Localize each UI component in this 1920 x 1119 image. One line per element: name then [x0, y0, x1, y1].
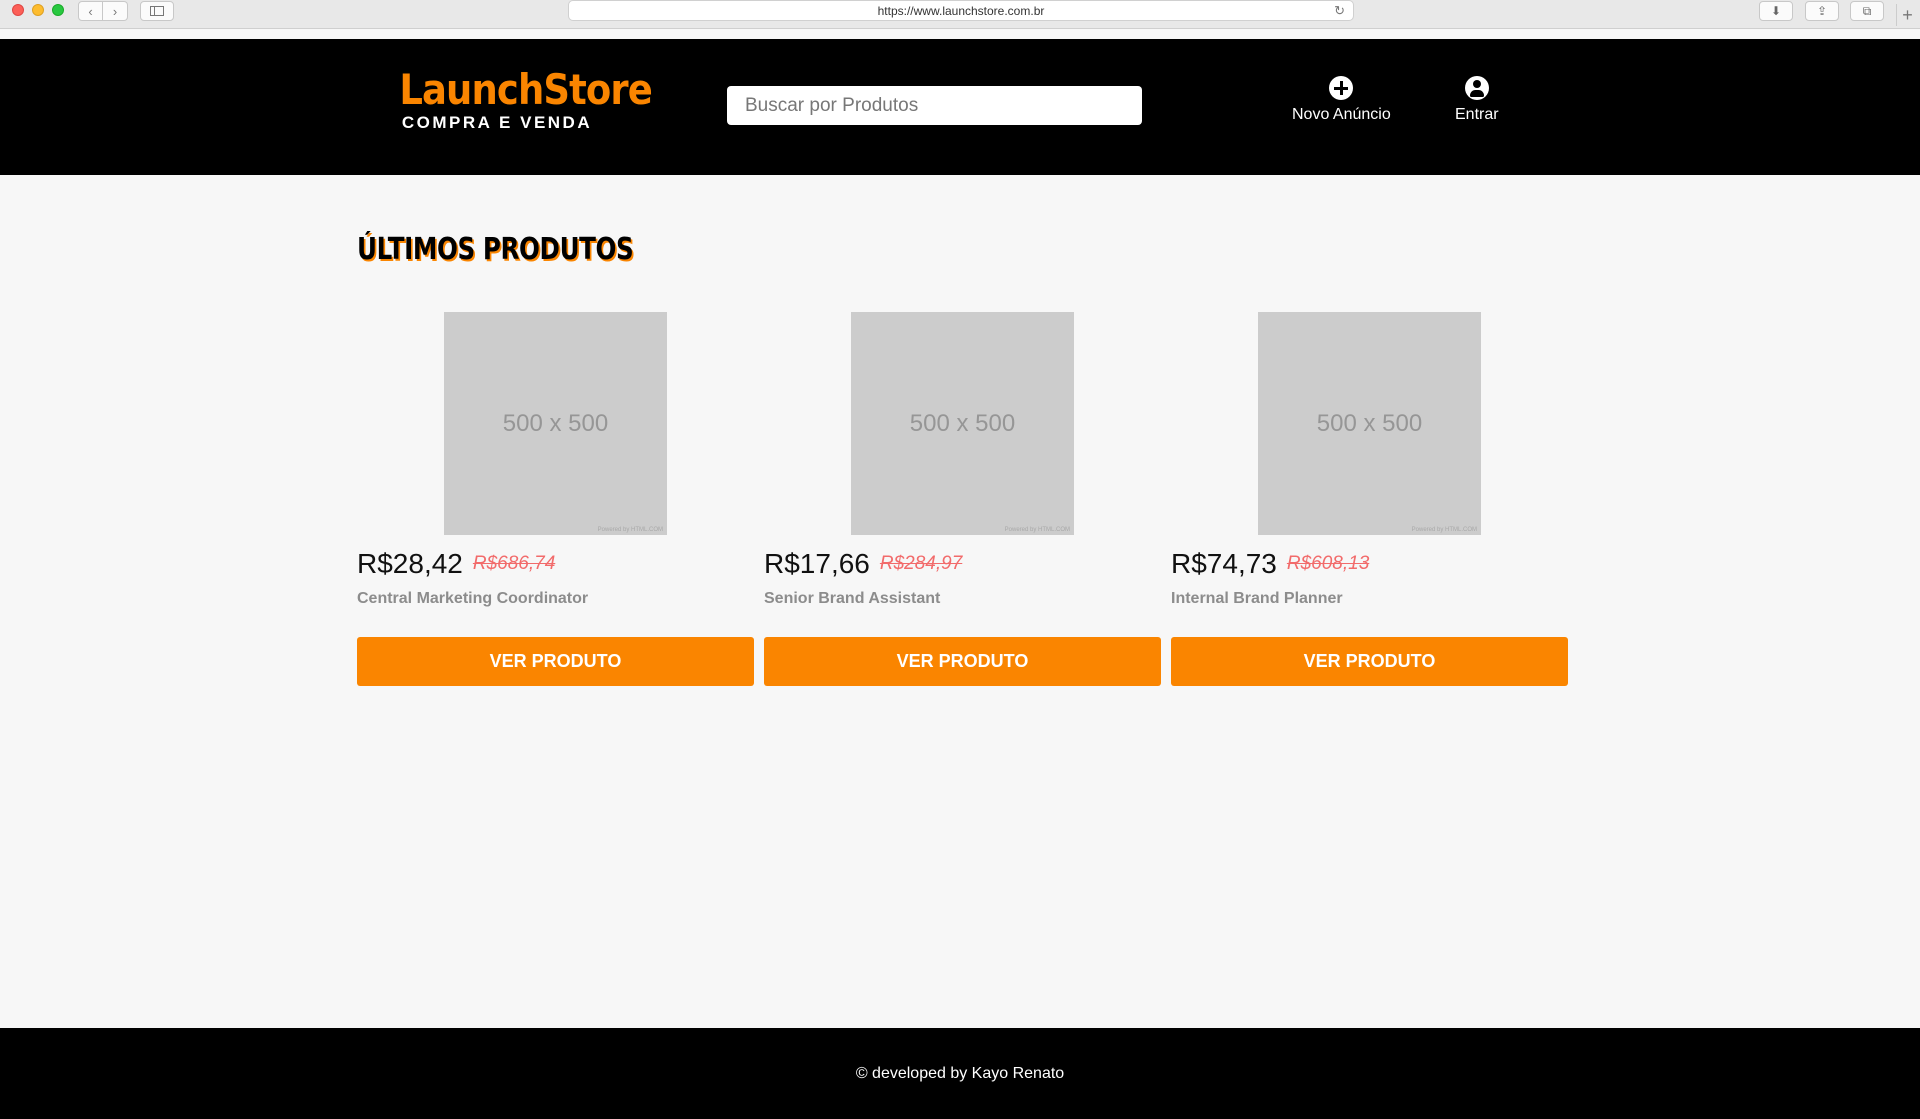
image-credit: Powered by HTML.COM: [597, 527, 663, 533]
view-product-button[interactable]: VER PRODUTO: [764, 637, 1161, 686]
download-icon: ⬇: [1770, 4, 1782, 18]
section-title: ÚLTIMOS PRODUTOS: [357, 232, 634, 267]
reload-icon[interactable]: ↻: [1334, 3, 1345, 19]
new-tab-button[interactable]: +: [1896, 4, 1918, 26]
browser-toolbar: ‹ › https://www.launchstore.com.br ↻ ⬇ ⇪…: [0, 0, 1920, 29]
product-name: Central Marketing Coordinator: [357, 590, 589, 607]
product-image[interactable]: 500 x 500 Powered by HTML.COM: [851, 312, 1074, 535]
logo-link[interactable]: LaunchStore COMPRA E VENDA: [386, 65, 653, 133]
product-grid: 500 x 500 Powered by HTML.COM R$28,42 R$…: [357, 312, 1568, 686]
minimize-window-button[interactable]: [32, 4, 44, 16]
history-nav: ‹ ›: [78, 1, 128, 21]
product-image[interactable]: 500 x 500 Powered by HTML.COM: [1258, 312, 1481, 535]
back-button[interactable]: ‹: [78, 1, 103, 21]
forward-button[interactable]: ›: [103, 1, 128, 21]
image-placeholder-text: 500 x 500: [502, 409, 609, 437]
share-icon: ⇪: [1816, 4, 1828, 18]
close-window-button[interactable]: [12, 4, 24, 16]
plus-icon: +: [1902, 4, 1913, 25]
image-credit: Powered by HTML.COM: [1004, 527, 1070, 533]
product-old-price: R$284,97: [879, 553, 963, 574]
product-image[interactable]: 500 x 500 Powered by HTML.COM: [444, 312, 667, 535]
logo-subtitle: COMPRA E VENDA: [401, 113, 593, 132]
site-footer: © developed by Kayo Renato: [0, 1028, 1920, 1119]
image-credit: Powered by HTML.COM: [1411, 527, 1477, 533]
new-ad-link[interactable]: Novo Anúncio: [1292, 76, 1391, 124]
product-card: 500 x 500 Powered by HTML.COM R$17,66 R$…: [764, 312, 1161, 686]
view-product-button[interactable]: VER PRODUTO: [357, 637, 754, 686]
product-price: R$28,42: [357, 548, 463, 579]
chevron-right-icon: ›: [112, 3, 118, 19]
chevron-left-icon: ‹: [88, 3, 93, 19]
search-input[interactable]: [727, 86, 1142, 125]
price-row: R$17,66 R$284,97: [764, 548, 962, 580]
product-old-price: R$608,13: [1286, 553, 1370, 574]
image-placeholder-text: 500 x 500: [1316, 409, 1423, 437]
product-card: 500 x 500 Powered by HTML.COM R$28,42 R$…: [357, 312, 754, 686]
login-label: Entrar: [1455, 106, 1499, 123]
sidebar-icon: [150, 6, 164, 16]
sidebar-toggle-button[interactable]: [140, 1, 174, 21]
image-placeholder-text: 500 x 500: [909, 409, 1016, 437]
new-ad-label: Novo Anúncio: [1292, 106, 1391, 123]
zoom-window-button[interactable]: [52, 4, 64, 16]
add-circle-icon: [1329, 76, 1354, 100]
login-link[interactable]: Entrar: [1455, 76, 1499, 124]
site-header: LaunchStore COMPRA E VENDA Novo Anúncio …: [0, 39, 1920, 175]
downloads-button[interactable]: ⬇: [1759, 1, 1793, 21]
product-name: Internal Brand Planner: [1171, 590, 1343, 607]
product-old-price: R$686,74: [472, 553, 556, 574]
footer-credit: © developed by Kayo Renato: [855, 1064, 1065, 1082]
window-controls: [12, 4, 64, 16]
view-product-button[interactable]: VER PRODUTO: [1171, 637, 1568, 686]
url-text: https://www.launchstore.com.br: [877, 3, 1045, 18]
tab-overview-button[interactable]: ⧉: [1850, 1, 1884, 21]
price-row: R$74,73 R$608,13: [1171, 548, 1369, 580]
tabs-icon: ⧉: [1862, 3, 1872, 18]
share-button[interactable]: ⇪: [1805, 1, 1839, 21]
product-price: R$74,73: [1171, 548, 1277, 579]
user-circle-icon: [1464, 76, 1489, 100]
address-bar[interactable]: https://www.launchstore.com.br ↻: [568, 0, 1354, 21]
logo-title: LaunchStore: [399, 65, 653, 114]
product-price: R$17,66: [764, 548, 870, 579]
product-card: 500 x 500 Powered by HTML.COM R$74,73 R$…: [1171, 312, 1568, 686]
price-row: R$28,42 R$686,74: [357, 548, 555, 580]
product-name: Senior Brand Assistant: [764, 590, 941, 607]
